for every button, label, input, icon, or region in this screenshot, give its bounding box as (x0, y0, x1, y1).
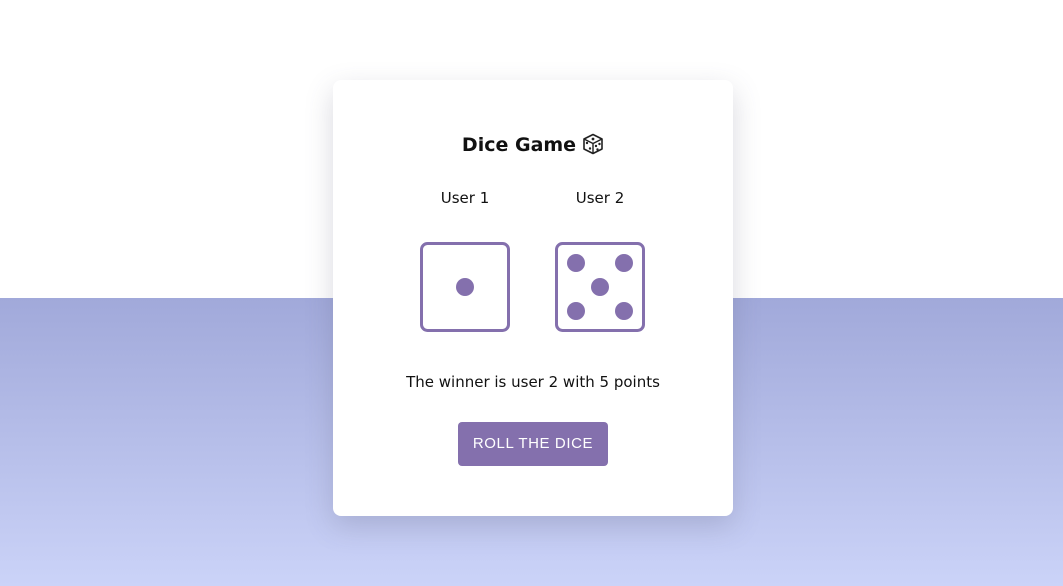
die-pip (567, 302, 585, 320)
user-2-die (555, 242, 645, 332)
die-pip (615, 254, 633, 272)
game-die-icon (582, 133, 604, 162)
die-pip (591, 278, 609, 296)
game-title-text: Dice Game (461, 134, 577, 156)
die-pip (567, 254, 585, 272)
user-1-die (420, 242, 510, 332)
game-card: Dice Game User 1 User 2 The winner is us… (333, 80, 733, 516)
user-1-label: User 1 (440, 189, 490, 207)
game-title: Dice Game (333, 132, 733, 162)
roll-dice-button[interactable]: ROLL THE DICE (458, 422, 608, 466)
die-pip (615, 302, 633, 320)
winner-message: The winner is user 2 with 5 points (406, 373, 660, 391)
user-2-label: User 2 (575, 189, 625, 207)
die-pip (456, 278, 474, 296)
